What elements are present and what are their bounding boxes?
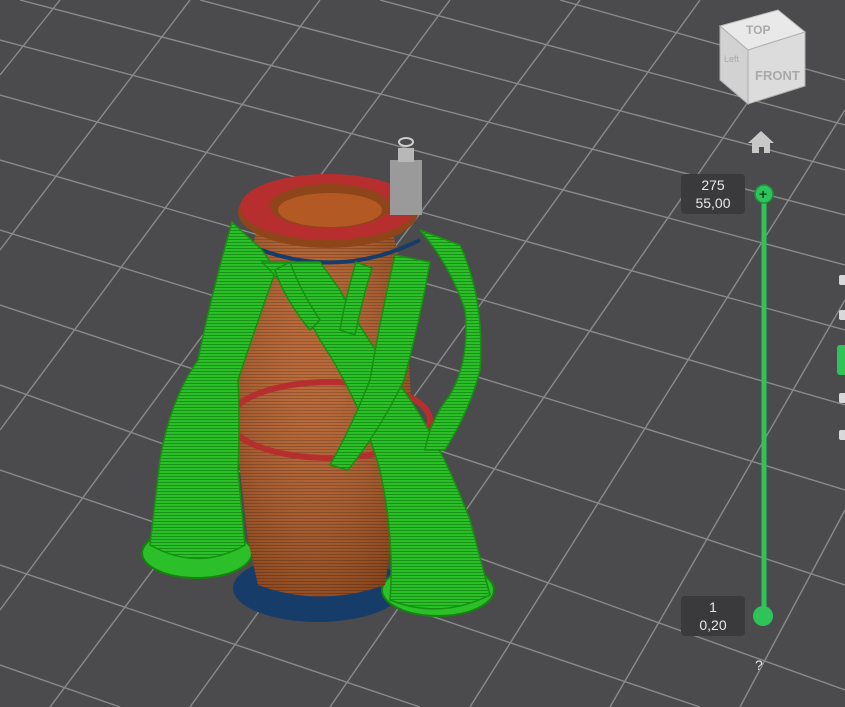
side-tool-icon[interactable]	[839, 430, 845, 440]
bottom-layer-number: 1	[709, 599, 717, 615]
layer-slider-bottom-handle[interactable]	[753, 606, 773, 626]
side-tool-icon[interactable]	[839, 393, 845, 403]
bottom-layer-height: 0,20	[699, 617, 727, 633]
view-cube-top-label: TOP	[746, 23, 770, 37]
view-cube[interactable]: TOP FRONT Left	[718, 9, 807, 106]
svg-text:+: +	[759, 186, 767, 202]
top-layer-height: 55,00	[695, 195, 731, 211]
bottom-layer-readout: 1 0,20	[681, 596, 745, 636]
top-layer-readout: 275 55,00	[681, 174, 745, 214]
side-toolbar-edge	[837, 265, 845, 455]
wipe-tower	[390, 137, 422, 215]
top-layer-number: 275	[701, 177, 725, 193]
side-tool-active[interactable]	[837, 345, 845, 375]
side-tool-icon[interactable]	[839, 275, 845, 285]
side-tool-icon[interactable]	[839, 310, 845, 320]
view-cube-front-label: FRONT	[755, 68, 800, 83]
help-button[interactable]: ?	[755, 657, 763, 673]
view-cube-left-label: Left	[724, 54, 740, 64]
